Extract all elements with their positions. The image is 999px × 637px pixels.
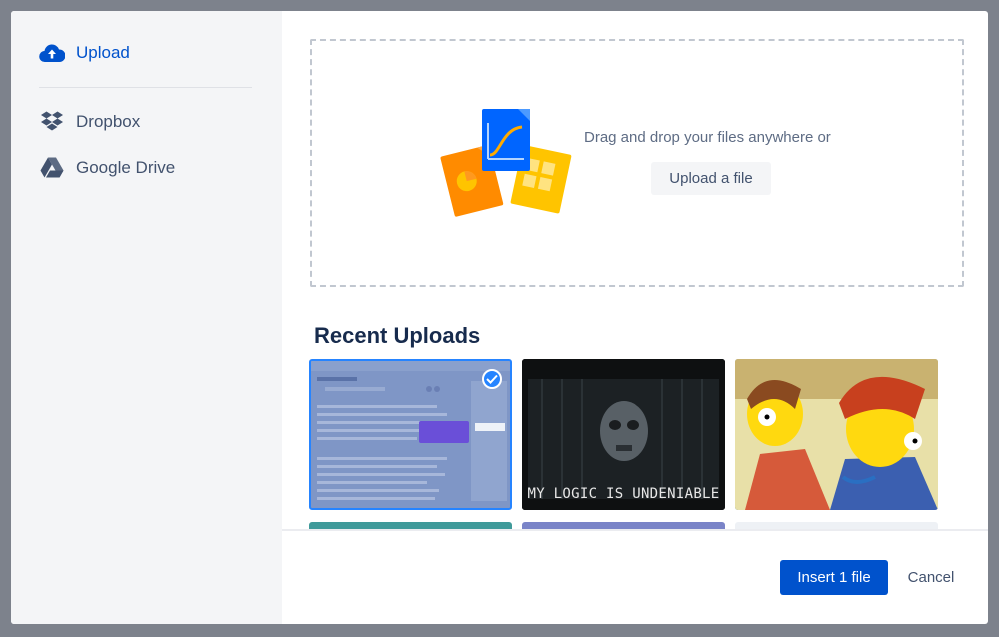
google-drive-icon <box>39 156 65 180</box>
thumbnail-screenshot[interactable] <box>309 359 512 510</box>
source-sidebar: Upload Dropbox Google Drive <box>11 11 282 624</box>
sidebar-item-upload[interactable]: Upload <box>11 41 282 65</box>
sidebar-item-label: Upload <box>76 43 130 62</box>
meme-caption: MY LOGIC IS UNDENIABLE <box>527 486 720 502</box>
drop-zone[interactable]: Drag and drop your files anywhere or Upl… <box>310 39 964 287</box>
sidebar-item-dropbox[interactable]: Dropbox <box>11 110 282 134</box>
drop-zone-prompt: Drag and drop your files anywhere or <box>584 129 831 146</box>
dropbox-icon <box>39 110 65 134</box>
insert-file-button[interactable]: Insert 1 file <box>780 560 888 595</box>
upload-file-button[interactable]: Upload a file <box>651 162 771 195</box>
file-picker-dialog: Upload Dropbox Google Drive Drag and dro… <box>11 11 988 624</box>
thumbnail-meme[interactable]: MY LOGIC IS UNDENIABLE <box>522 359 725 510</box>
screenshot-preview-image <box>311 361 510 508</box>
sidebar-item-label: Google Drive <box>76 158 176 177</box>
thumbnail-cartoon[interactable] <box>735 359 938 510</box>
upload-panel: Drag and drop your files anywhere or Upl… <box>282 11 988 624</box>
thumbnail-partial[interactable] <box>309 522 512 529</box>
thumbnail-partial[interactable] <box>735 522 938 529</box>
thumbnail-partial[interactable] <box>522 522 725 529</box>
sidebar-item-label: Dropbox <box>76 112 141 131</box>
sidebar-divider <box>39 87 252 88</box>
sidebar-item-google-drive[interactable]: Google Drive <box>11 156 282 180</box>
cloud-upload-icon <box>39 41 65 65</box>
recent-uploads-grid: MY LOGIC IS UNDENIABLE <box>309 359 949 529</box>
cartoon-preview-image <box>735 359 938 510</box>
recent-uploads-title: Recent Uploads <box>314 323 481 348</box>
cancel-button[interactable]: Cancel <box>896 560 966 595</box>
files-illustration-icon <box>440 109 572 217</box>
footer-divider <box>282 529 988 531</box>
selected-check-icon <box>482 369 502 389</box>
